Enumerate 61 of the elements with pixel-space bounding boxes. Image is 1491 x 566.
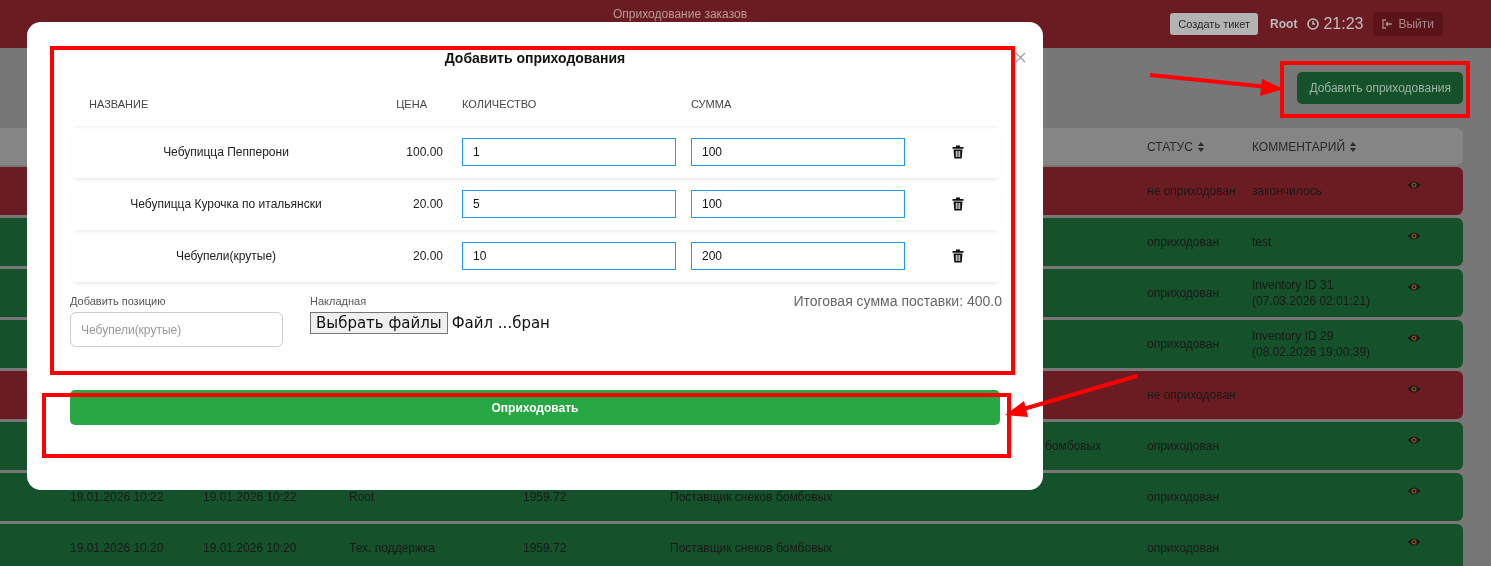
column-header: ЦЕНА: [395, 98, 428, 110]
logout-icon: [1382, 19, 1394, 29]
eye-icon[interactable]: [1407, 384, 1421, 394]
eye-icon[interactable]: [1407, 537, 1421, 547]
item-name: Чебупицца Пепперони: [162, 145, 290, 159]
total-sum: Итоговая сумма поставки: 400.0: [793, 293, 1002, 309]
column-header[interactable]: КОММЕНТАРИЙ: [1252, 139, 1346, 154]
sum-field[interactable]: 100: [691, 138, 905, 166]
table-cell-text: закончилось: [1252, 183, 1323, 199]
choose-files-button[interactable]: Выбрать файлы: [310, 312, 448, 334]
create-ticket-button[interactable]: Создать тикет: [1170, 13, 1259, 35]
add-item-field[interactable]: Чебупели(крутые): [70, 312, 283, 347]
table-cell-text: не оприходован: [1147, 387, 1237, 403]
file-status: Файл ...бран: [451, 314, 550, 332]
table-cell-text: оприходован: [1147, 336, 1221, 352]
sum-field[interactable]: 100: [691, 190, 905, 218]
table-cell-text: оприходован: [1147, 234, 1221, 250]
trash-icon[interactable]: [951, 249, 964, 263]
table-cell-text: оприходован: [1147, 438, 1221, 454]
quantity-field[interactable]: 10: [462, 242, 676, 270]
sort-icon[interactable]: [1197, 141, 1204, 152]
table-cell-text: 1959.72: [523, 540, 568, 556]
dialog-title: Добавить оприходования: [443, 50, 627, 66]
table-cell-text: оприходован: [1147, 540, 1221, 556]
item-price: 20.00: [411, 197, 444, 211]
eye-icon[interactable]: [1407, 180, 1421, 190]
sort-icon[interactable]: [1350, 141, 1357, 152]
column-header: НАЗВАНИЕ: [88, 98, 150, 110]
field-label: Накладная: [310, 295, 368, 307]
column-header: КОЛИЧЕСТВО: [461, 98, 538, 110]
eye-icon[interactable]: [1407, 486, 1421, 496]
item-price: 100.00: [405, 145, 444, 159]
column-header: СУММА: [690, 98, 733, 110]
clock-time: 21:23: [1323, 15, 1364, 33]
column-header[interactable]: СТАТУС: [1147, 139, 1193, 154]
eye-icon[interactable]: [1407, 435, 1421, 445]
eye-icon[interactable]: [1407, 231, 1421, 241]
table-cell-text: test: [1252, 234, 1273, 250]
field-label: Добавить позицию: [70, 295, 167, 307]
logout-button[interactable]: Выйти: [1373, 12, 1443, 36]
trash-icon[interactable]: [951, 197, 964, 211]
table-cell-text: не оприходован: [1147, 183, 1237, 199]
add-receipt-button[interactable]: Добавить оприходования: [1297, 72, 1463, 104]
table-cell-text: Root: [349, 489, 376, 505]
quantity-field[interactable]: 1: [462, 138, 676, 166]
trash-icon[interactable]: [951, 145, 964, 159]
sum-field[interactable]: 200: [691, 242, 905, 270]
item-name: Чебупели(крутые): [174, 249, 278, 263]
clock-icon: [1307, 18, 1320, 30]
close-icon[interactable]: [1015, 52, 1026, 63]
table-cell-text: 1959.72: [523, 489, 568, 505]
table-cell-text: бомбовых: [1044, 438, 1103, 454]
table-cell-text: оприходован: [1147, 285, 1221, 301]
table-cell-text: оприходован: [1147, 489, 1221, 505]
quantity-field[interactable]: 5: [462, 190, 676, 218]
user-name: Root: [1270, 17, 1298, 31]
eye-icon[interactable]: [1407, 333, 1421, 343]
item-name: Чебупицца Курочка по итальянски: [129, 197, 323, 211]
item-price: 20.00: [411, 249, 444, 263]
page-title: Оприходование заказов: [613, 7, 748, 21]
eye-icon[interactable]: [1407, 282, 1421, 292]
